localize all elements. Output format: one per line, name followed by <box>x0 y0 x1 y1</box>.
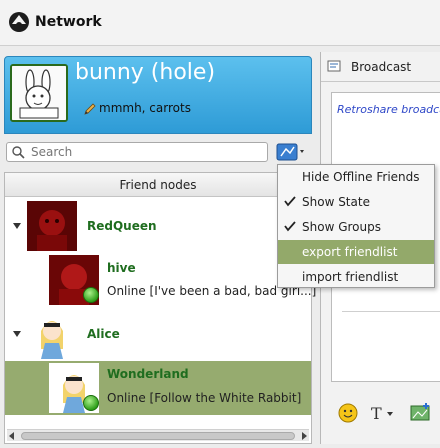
broadcast-message: Retroshare broadcast <box>337 103 440 116</box>
menu-item-label: Show State <box>302 195 370 209</box>
check-icon <box>284 196 296 207</box>
menu-item-import-friendlist[interactable]: import friendlist <box>278 265 434 289</box>
friend-status: Online [Follow the White Rabbit] <box>107 391 302 405</box>
font-format-icon[interactable]: T <box>369 402 395 424</box>
friend-node-row[interactable]: Wonderland Online [Follow the White Rabb… <box>5 361 311 415</box>
friend-node-row[interactable]: hive Online [I've been a bad, bad girl..… <box>5 253 316 307</box>
menu-item-show-groups[interactable]: Show Groups <box>278 215 434 239</box>
smiley-icon[interactable] <box>337 402 359 424</box>
broadcast-icon <box>327 60 341 72</box>
pencil-icon <box>84 103 96 115</box>
friend-list-header[interactable]: Friend nodes <box>5 173 311 197</box>
friend-group-row[interactable]: RedQueen <box>5 199 311 253</box>
scroll-right-icon[interactable] <box>302 432 307 440</box>
scrollbar-thumb[interactable] <box>21 432 295 440</box>
online-status-icon <box>83 287 99 303</box>
profile-name: bunny (hole) <box>75 60 216 85</box>
broadcast-input[interactable] <box>342 311 440 331</box>
friend-list: Friend nodes RedQueen hive Online [I've … <box>4 172 316 444</box>
insert-image-icon[interactable] <box>409 402 433 424</box>
search-input[interactable] <box>31 144 261 160</box>
friend-name: hive <box>107 261 136 275</box>
scroll-left-icon[interactable] <box>9 432 14 440</box>
tab-broadcast[interactable]: Broadcast <box>321 52 440 82</box>
menu-item-label: export friendlist <box>302 245 398 259</box>
search-box[interactable] <box>6 142 268 162</box>
search-icon <box>12 146 25 159</box>
menu-item-hide-offline[interactable]: Hide Offline Friends <box>278 165 434 189</box>
horizontal-scrollbar[interactable] <box>7 429 309 441</box>
friend-name: Alice <box>87 327 120 341</box>
menu-item-show-state[interactable]: Show State <box>278 190 434 214</box>
display-options-menu: Hide Offline Friends Show State Show Gro… <box>277 164 435 288</box>
avatar[interactable] <box>10 64 68 122</box>
online-status-icon <box>83 395 99 411</box>
friend-name: RedQueen <box>87 219 157 233</box>
menu-item-label: Show Groups <box>302 220 381 234</box>
profile-status-text: mmmh, carrots <box>99 101 191 115</box>
check-icon <box>284 221 296 232</box>
broadcast-tab-label: Broadcast <box>351 60 412 74</box>
network-logo-icon <box>9 12 29 32</box>
profile-header: bunny (hole) mmmh, carrots <box>4 56 312 134</box>
avatar <box>27 309 77 359</box>
profile-status[interactable]: mmmh, carrots <box>83 101 191 115</box>
title-bar: Network <box>0 0 440 46</box>
friend-group-row[interactable]: Alice <box>5 307 311 361</box>
expand-arrow-icon[interactable] <box>13 331 21 337</box>
display-options-button[interactable] <box>276 142 306 162</box>
svg-text:T: T <box>371 404 382 423</box>
friend-name: Wonderland <box>107 367 189 381</box>
window-title: Network <box>35 14 102 30</box>
menu-item-label: import friendlist <box>302 270 399 284</box>
menu-item-export-friendlist[interactable]: export friendlist <box>278 240 434 264</box>
avatar <box>27 201 77 251</box>
expand-arrow-icon[interactable] <box>13 223 21 229</box>
menu-item-label: Hide Offline Friends <box>302 170 420 184</box>
